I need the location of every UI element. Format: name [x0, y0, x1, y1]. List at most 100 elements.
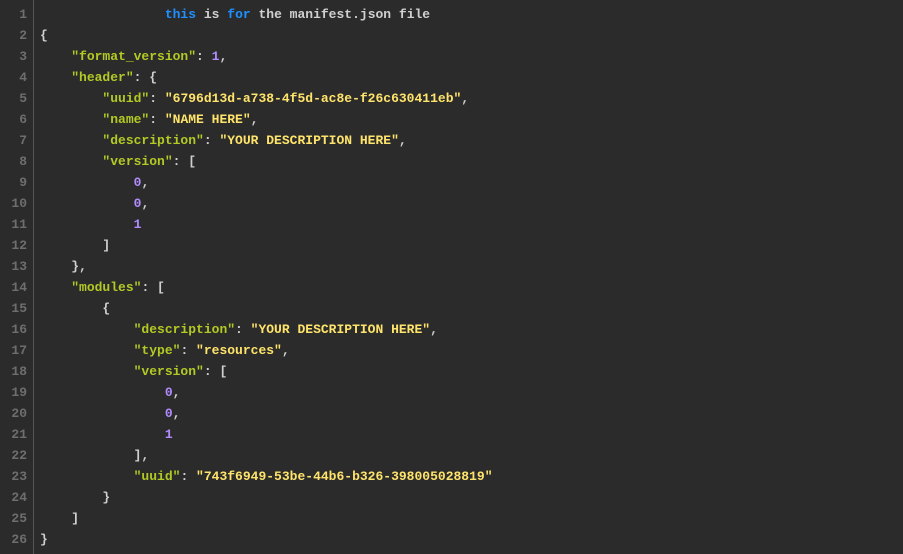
token-punc: ],	[134, 448, 150, 463]
token-punc: : [	[173, 154, 196, 169]
token-punc: ,	[173, 385, 181, 400]
line-number: 3	[4, 46, 27, 67]
token-key: "format_version"	[71, 49, 196, 64]
line-number: 15	[4, 298, 27, 319]
token-key: "version"	[102, 154, 172, 169]
token-ind	[40, 196, 134, 211]
code-line[interactable]: 1	[40, 214, 903, 235]
token-ind	[40, 238, 102, 253]
code-line[interactable]: ]	[40, 235, 903, 256]
token-key: "version"	[134, 364, 204, 379]
code-line[interactable]: "uuid": "743f6949-53be-44b6-b326-3980050…	[40, 466, 903, 487]
code-line[interactable]: "version": [	[40, 361, 903, 382]
token-ind	[40, 364, 134, 379]
token-str: "resources"	[196, 343, 282, 358]
token-punc: ,	[399, 133, 407, 148]
token-punc: }	[40, 532, 48, 547]
code-line[interactable]: "version": [	[40, 151, 903, 172]
code-line[interactable]: this is for the manifest.json file	[40, 4, 903, 25]
token-kw: for	[227, 7, 250, 22]
token-ind	[40, 49, 71, 64]
token-id: the manifest.json file	[251, 7, 430, 22]
token-ind	[40, 301, 102, 316]
code-line[interactable]: "description": "YOUR DESCRIPTION HERE",	[40, 319, 903, 340]
code-line[interactable]: 0,	[40, 403, 903, 424]
code-area[interactable]: this is for the manifest.json file { "for…	[34, 0, 903, 554]
line-number: 14	[4, 277, 27, 298]
line-number: 2	[4, 25, 27, 46]
code-line[interactable]: 0,	[40, 382, 903, 403]
line-number: 20	[4, 403, 27, 424]
token-ind	[40, 490, 102, 505]
line-number: 8	[4, 151, 27, 172]
code-line[interactable]: "uuid": "6796d13d-a738-4f5d-ac8e-f26c630…	[40, 88, 903, 109]
token-ind	[40, 280, 71, 295]
token-punc: }	[102, 490, 110, 505]
line-number: 1	[4, 4, 27, 25]
code-line[interactable]: "format_version": 1,	[40, 46, 903, 67]
token-punc: : [	[141, 280, 164, 295]
line-number: 10	[4, 193, 27, 214]
line-number: 13	[4, 256, 27, 277]
token-str: "YOUR DESCRIPTION HERE"	[251, 322, 430, 337]
code-line[interactable]: }	[40, 529, 903, 550]
code-line[interactable]: {	[40, 25, 903, 46]
token-ind	[40, 406, 165, 421]
token-punc: ,	[173, 406, 181, 421]
code-line[interactable]: ]	[40, 508, 903, 529]
token-key: "header"	[71, 70, 133, 85]
code-line[interactable]: "type": "resources",	[40, 340, 903, 361]
code-line[interactable]: "description": "YOUR DESCRIPTION HERE",	[40, 130, 903, 151]
code-line[interactable]: },	[40, 256, 903, 277]
token-punc: :	[235, 322, 251, 337]
token-ind	[40, 427, 165, 442]
token-num: 0	[165, 385, 173, 400]
code-line[interactable]: {	[40, 298, 903, 319]
token-ind	[40, 259, 71, 274]
line-number-gutter: 1234567891011121314151617181920212223242…	[0, 0, 34, 554]
code-line[interactable]: ],	[40, 445, 903, 466]
token-punc: :	[180, 343, 196, 358]
line-number: 21	[4, 424, 27, 445]
token-key: "uuid"	[102, 91, 149, 106]
token-punc: {	[40, 28, 48, 43]
code-line[interactable]: }	[40, 487, 903, 508]
token-id: is	[196, 7, 227, 22]
token-str: "6796d13d-a738-4f5d-ac8e-f26c630411eb"	[165, 91, 461, 106]
line-number: 26	[4, 529, 27, 550]
token-punc: ,	[141, 196, 149, 211]
token-punc: :	[149, 91, 165, 106]
token-num: 0	[165, 406, 173, 421]
token-punc: : {	[134, 70, 157, 85]
code-line[interactable]: 0,	[40, 193, 903, 214]
token-key: "description"	[102, 133, 203, 148]
token-punc: ,	[282, 343, 290, 358]
token-punc: :	[180, 469, 196, 484]
code-line[interactable]: "header": {	[40, 67, 903, 88]
token-num: 1	[134, 217, 142, 232]
line-number: 23	[4, 466, 27, 487]
line-number: 11	[4, 214, 27, 235]
token-punc: {	[102, 301, 110, 316]
token-ind	[40, 70, 71, 85]
token-ind	[40, 112, 102, 127]
line-number: 24	[4, 487, 27, 508]
code-line[interactable]: "name": "NAME HERE",	[40, 109, 903, 130]
line-number: 7	[4, 130, 27, 151]
code-editor[interactable]: 1234567891011121314151617181920212223242…	[0, 0, 903, 554]
token-punc: ,	[141, 175, 149, 190]
token-ind	[40, 91, 102, 106]
token-punc: ,	[461, 91, 469, 106]
code-line[interactable]: 1	[40, 424, 903, 445]
line-number: 6	[4, 109, 27, 130]
token-ind	[40, 7, 165, 22]
token-ind	[40, 343, 134, 358]
line-number: 18	[4, 361, 27, 382]
token-punc: ]	[102, 238, 110, 253]
code-line[interactable]: "modules": [	[40, 277, 903, 298]
code-line[interactable]: 0,	[40, 172, 903, 193]
token-str: "743f6949-53be-44b6-b326-398005028819"	[196, 469, 492, 484]
token-punc: ,	[251, 112, 259, 127]
token-punc: : [	[204, 364, 227, 379]
token-ind	[40, 322, 134, 337]
